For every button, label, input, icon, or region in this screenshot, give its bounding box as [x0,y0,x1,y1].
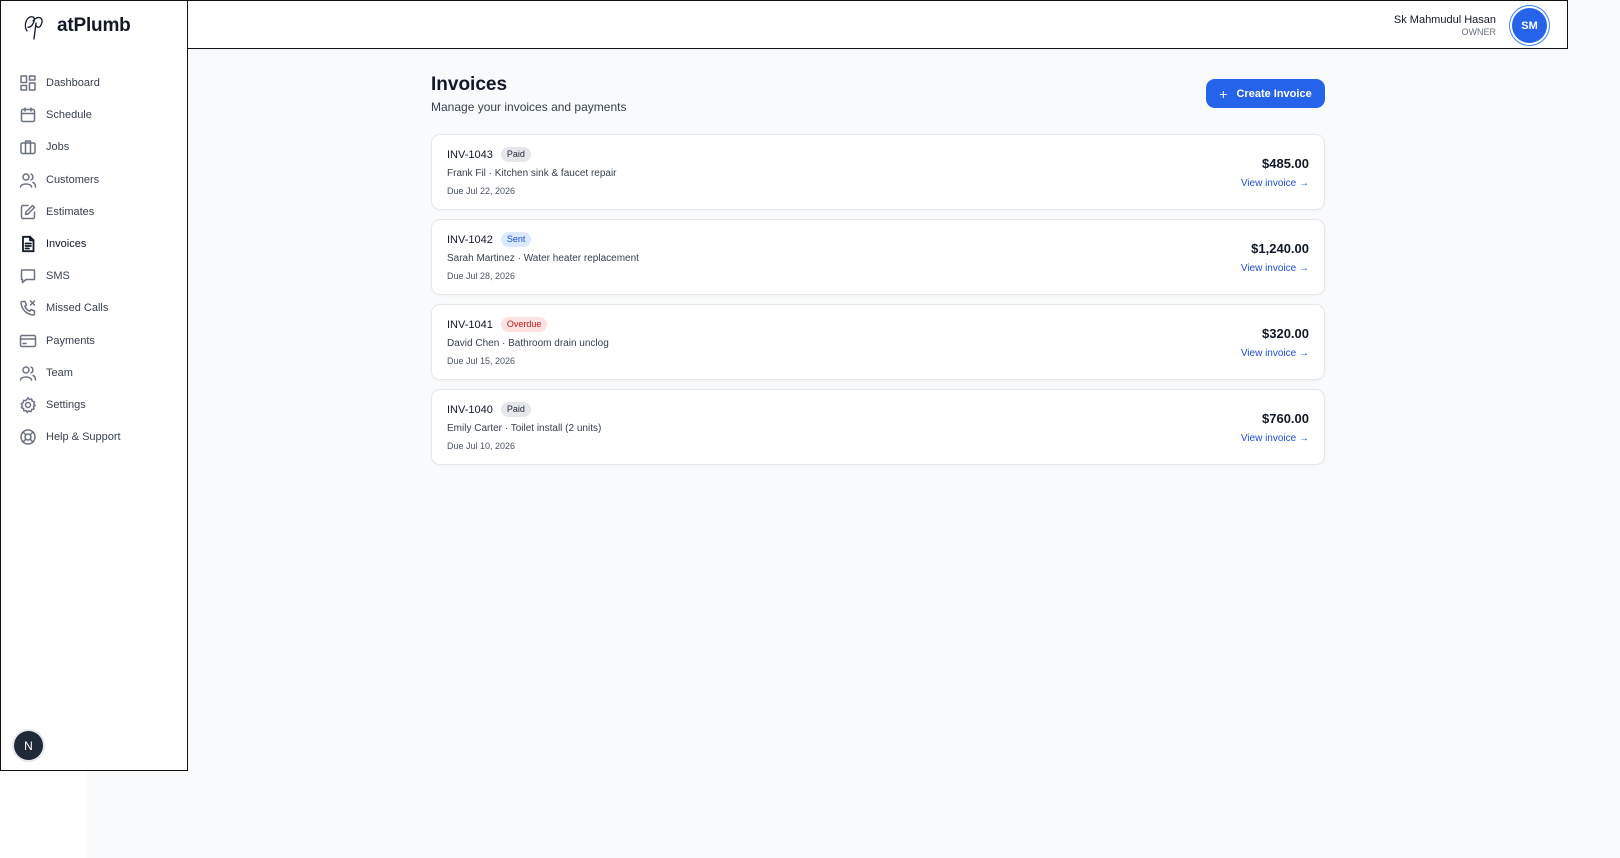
invoice-id: INV-1043 [447,148,493,161]
user-role: OWNER [1461,27,1497,37]
sidebar-item-label: Payments [46,334,95,347]
sidebar-item-payments[interactable]: Payments [19,325,179,357]
invoice-id: INV-1041 [447,318,493,331]
view-invoice-link[interactable]: View invoice → [1241,433,1309,444]
invoice-description: Emily Carter · Toilet install (2 units) [447,423,602,434]
invoice-card[interactable]: INV-1040 Paid Emily Carter · Toilet inst… [431,389,1325,465]
invoice-list: INV-1043 Paid Frank Fil · Kitchen sink &… [431,134,1325,474]
brand[interactable]: atPlumb [21,11,131,41]
sidebar-item-estimates[interactable]: Estimates [19,196,179,228]
view-invoice-link[interactable]: View invoice → [1241,178,1309,189]
app-root: atPlumb Dashboard Schedule Jobs Customer… [0,0,1620,858]
sidebar-item-label: Schedule [46,109,92,122]
invoice-amount: $760.00 [1262,411,1309,426]
edit-document-icon [19,203,37,221]
invoice-description: Frank Fil · Kitchen sink & faucet repair [447,168,617,179]
credit-card-icon [19,332,37,350]
sidebar-item-settings[interactable]: Settings [19,389,179,421]
avatar[interactable]: SM [1512,8,1547,43]
invoice-amount: $485.00 [1262,156,1309,171]
sidebar-nav: Dashboard Schedule Jobs Customers Estima… [19,67,179,453]
invoice-card[interactable]: INV-1042 Sent Sarah Martinez · Water hea… [431,219,1325,295]
invoice-description: David Chen · Bathroom drain unclog [447,338,609,349]
sidebar-item-jobs[interactable]: Jobs [19,131,179,163]
missed-call-icon [19,299,37,317]
sidebar-item-label: Settings [46,398,86,411]
view-invoice-link[interactable]: View invoice → [1241,263,1309,274]
user-info[interactable]: Sk Mahmudul Hasan OWNER [1394,13,1496,38]
invoice-amount: $1,240.00 [1251,241,1309,256]
gear-icon [19,396,37,414]
invoice-amount: $320.00 [1262,326,1309,341]
dev-tools-badge[interactable]: N [14,731,43,760]
brand-name: atPlumb [57,15,131,36]
brand-logo-icon [24,16,43,40]
team-icon [19,364,37,382]
create-invoice-label: Create Invoice [1236,87,1312,100]
view-invoice-link[interactable]: View invoice → [1241,348,1309,359]
invoice-due-date: Due Jul 22, 2026 [447,186,516,196]
sidebar: atPlumb Dashboard Schedule Jobs Customer… [0,0,188,771]
chat-icon [19,267,37,285]
lifebuoy-icon [19,428,37,446]
invoice-id: INV-1040 [447,403,493,416]
invoice-id-row: INV-1040 Paid [447,402,531,417]
status-badge: Sent [500,232,532,247]
sidebar-item-missed-calls[interactable]: Missed Calls [19,292,179,324]
sidebar-item-customers[interactable]: Customers [19,164,179,196]
sidebar-item-label: Team [46,366,73,379]
invoice-id: INV-1042 [447,233,493,246]
sidebar-item-label: Dashboard [46,77,100,90]
sidebar-item-label: Estimates [46,205,95,218]
sidebar-item-sms[interactable]: SMS [19,260,179,292]
create-invoice-button[interactable]: + Create Invoice [1206,79,1325,108]
top-bar: Sk Mahmudul Hasan OWNER SM [187,0,1568,49]
sidebar-item-invoices[interactable]: Invoices [19,228,179,260]
status-badge: Paid [500,402,531,417]
dashboard-icon [19,74,37,92]
sidebar-item-help-support[interactable]: Help & Support [19,421,179,453]
status-badge: Paid [500,147,531,162]
document-icon [19,235,37,253]
sidebar-item-label: SMS [46,270,70,283]
sidebar-item-team[interactable]: Team [19,357,179,389]
invoice-due-date: Due Jul 28, 2026 [447,271,516,281]
calendar-icon [19,106,37,124]
invoice-description: Sarah Martinez · Water heater replacemen… [447,253,639,264]
invoice-due-date: Due Jul 15, 2026 [447,356,516,366]
sidebar-item-label: Customers [46,173,100,186]
invoice-id-row: INV-1041 Overdue [447,317,548,332]
status-badge: Overdue [500,317,548,332]
invoice-due-date: Due Jul 10, 2026 [447,441,516,451]
page-subtitle: Manage your invoices and payments [431,100,627,114]
invoice-id-row: INV-1043 Paid [447,147,531,162]
page-title: Invoices [431,74,508,95]
sidebar-item-label: Missed Calls [46,302,109,315]
sidebar-item-label: Help & Support [46,431,121,444]
main-content: Invoices Manage your invoices and paymen… [431,72,1325,465]
sidebar-item-schedule[interactable]: Schedule [19,99,179,131]
invoice-card[interactable]: INV-1043 Paid Frank Fil · Kitchen sink &… [431,134,1325,210]
user-name: Sk Mahmudul Hasan [1393,14,1496,26]
users-icon [19,171,37,189]
sidebar-item-label: Invoices [46,238,87,251]
invoice-card[interactable]: INV-1041 Overdue David Chen · Bathroom d… [431,304,1325,380]
plus-icon: + [1219,85,1228,102]
sidebar-item-label: Jobs [46,141,70,154]
sidebar-item-dashboard[interactable]: Dashboard [19,67,179,99]
invoice-id-row: INV-1042 Sent [447,232,532,247]
briefcase-icon [19,138,37,156]
